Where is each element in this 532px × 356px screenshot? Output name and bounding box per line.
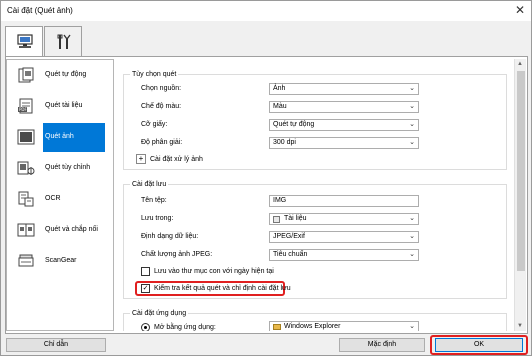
sidebar-item-label: Quét tùy chỉnh	[45, 164, 91, 171]
chevron-down-icon: ⌄	[409, 85, 415, 92]
sidebar-item-label: Quét tự động	[45, 71, 87, 78]
ocr-icon	[18, 191, 34, 207]
defaults-button[interactable]: Mặc định	[339, 338, 425, 352]
photo-scan-icon	[17, 129, 35, 145]
tab-general-settings[interactable]	[44, 26, 82, 56]
ok-button[interactable]: OK	[435, 338, 523, 352]
sidebar-item-custom-scan[interactable]: Quét tùy chỉnh	[7, 153, 113, 184]
sidebar-item-photo-scan[interactable]: Quét ảnh	[7, 122, 113, 153]
jpeg-quality-label: Chất lượng ảnh JPEG:	[141, 251, 213, 258]
computer-icon	[17, 34, 33, 48]
color-mode-label: Chế độ màu:	[141, 103, 182, 110]
jpeg-quality-select[interactable]: Tiêu chuẩn ⌄	[269, 249, 419, 261]
save-in-label: Lưu trong:	[141, 215, 174, 222]
window-title: Cài đặt (Quét ảnh)	[7, 6, 73, 15]
group-title: Cài đặt lưu	[130, 181, 169, 188]
source-select[interactable]: Ảnh ⌄	[269, 83, 419, 95]
filename-input[interactable]: IMG	[269, 195, 419, 207]
sidebar-item-document-scan[interactable]: PDF Quét tài liệu	[7, 91, 113, 122]
sidebar-item-label: ScanGear	[45, 257, 77, 264]
chevron-down-icon: ⌄	[409, 323, 415, 330]
document-scan-icon: PDF	[18, 98, 33, 114]
source-label: Chọn nguồn:	[141, 85, 182, 92]
data-format-label: Định dạng dữ liệu:	[141, 233, 199, 240]
paper-size-label: Cỡ giấy:	[141, 121, 168, 128]
settings-panel: Tùy chọn quét Chọn nguồn: Ảnh ⌄ Chế độ m…	[119, 59, 513, 331]
resolution-select[interactable]: 300 dpi ⌄	[269, 137, 419, 149]
chevron-down-icon: ⌄	[409, 215, 415, 222]
svg-text:PDF: PDF	[19, 107, 27, 112]
stitch-icon	[17, 223, 35, 237]
auto-scan-icon	[18, 67, 34, 83]
save-in-select[interactable]: Tài liệu ⌄	[269, 213, 419, 225]
open-with-app-select[interactable]: Windows Explorer ⌄	[269, 321, 419, 331]
sidebar-item-scangear[interactable]: ScanGear	[7, 246, 113, 277]
close-icon[interactable]: ✕	[515, 3, 525, 17]
chevron-down-icon: ⌄	[409, 139, 415, 146]
open-with-app-label: Mở bằng ứng dụng:	[154, 324, 216, 331]
sidebar-item-auto-scan[interactable]: Quét tự động	[7, 60, 113, 91]
folder-icon	[273, 324, 281, 330]
tools-icon	[57, 34, 71, 49]
group-title: Tùy chọn quét	[130, 71, 179, 78]
sidebar-item-ocr[interactable]: OCR	[7, 184, 113, 215]
expand-image-processing-button[interactable]: +	[136, 154, 146, 164]
tab-scan-from-computer[interactable]	[5, 26, 43, 57]
document-folder-icon	[273, 216, 280, 223]
chevron-down-icon: ⌄	[409, 251, 415, 258]
data-format-select[interactable]: JPEG/Exif ⌄	[269, 231, 419, 243]
image-processing-label: Cài đặt xử lý ảnh	[150, 156, 203, 163]
chevron-down-icon: ⌄	[409, 233, 415, 240]
subfolder-date-checkbox[interactable]	[141, 267, 150, 276]
vertical-scrollbar[interactable]: ▲ ▼	[514, 59, 526, 331]
title-bar: Cài đặt (Quét ảnh) ✕	[1, 1, 531, 21]
scangear-icon	[18, 254, 34, 267]
scroll-down-icon[interactable]: ▼	[517, 323, 523, 329]
scrollbar-thumb[interactable]	[517, 71, 525, 271]
sidebar-item-label: Quét tài liệu	[45, 102, 83, 109]
sidebar-item-label: OCR	[45, 195, 61, 202]
chevron-down-icon: ⌄	[409, 121, 415, 128]
settings-window: Cài đặt (Quét ảnh) ✕ Quét tự động PDF Qu…	[0, 0, 532, 356]
check-scan-result-label: Kiểm tra kết quả quét và chỉ định cài đặ…	[154, 285, 291, 292]
check-scan-result-checkbox[interactable]: ✓	[141, 284, 150, 293]
sidebar-item-stitch[interactable]: Quét và chắp nối	[7, 215, 113, 246]
subfolder-date-label: Lưu vào thư mục con với ngày hiện tại	[154, 268, 274, 275]
scroll-up-icon[interactable]: ▲	[517, 61, 523, 67]
custom-scan-icon	[17, 161, 35, 175]
resolution-label: Độ phân giải:	[141, 139, 183, 146]
scan-type-list: Quét tự động PDF Quét tài liệu Quét ảnh	[6, 59, 114, 331]
open-with-app-radio[interactable]	[141, 323, 150, 331]
sidebar-item-label: Quét ảnh	[45, 133, 74, 140]
chevron-down-icon: ⌄	[409, 103, 415, 110]
group-title: Cài đặt ứng dụng	[130, 310, 189, 317]
help-button[interactable]: Chỉ dẫn	[6, 338, 106, 352]
filename-label: Tên tệp:	[141, 197, 167, 204]
sidebar-item-label: Quét và chắp nối	[45, 226, 98, 233]
color-mode-select[interactable]: Màu ⌄	[269, 101, 419, 113]
paper-size-select[interactable]: Quét tự động ⌄	[269, 119, 419, 131]
